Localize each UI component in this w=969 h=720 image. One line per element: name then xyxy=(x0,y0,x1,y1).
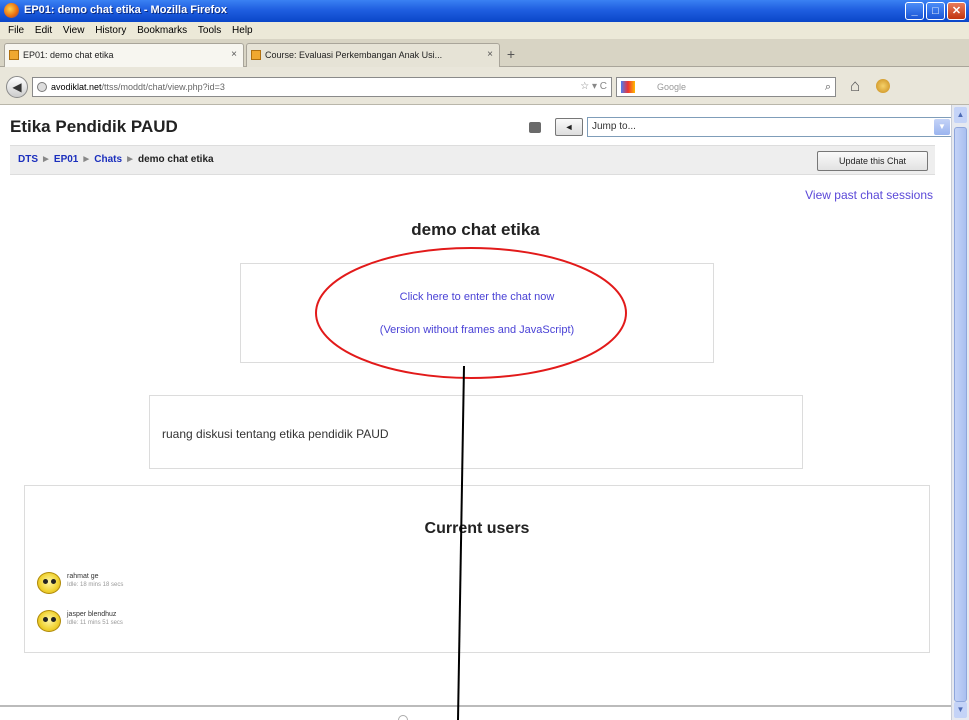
page-divider xyxy=(0,705,951,707)
enter-chat-link: Click here to enter the chat now xyxy=(241,291,713,303)
update-chat-button[interactable]: Update this Chat xyxy=(817,151,928,171)
chat-intro-text: ruang diskusi tentang etika pendidik PAU… xyxy=(162,427,389,441)
menu-bookmarks[interactable]: Bookmarks xyxy=(137,22,187,39)
enter-chat-link-text[interactable]: Click here to enter the chat now xyxy=(400,291,555,303)
chat-intro-box: ruang diskusi tentang etika pendidik PAU… xyxy=(149,395,803,469)
current-users-heading: Current users xyxy=(424,520,530,537)
navigation-bar: ◀ avodiklat.net/ttss/moddt/chat/view.php… xyxy=(0,67,969,105)
breadcrumb-dts[interactable]: DTS xyxy=(18,154,38,165)
menu-file[interactable]: File xyxy=(8,22,24,39)
new-tab-button[interactable]: + xyxy=(503,46,519,62)
search-placeholder: Google xyxy=(657,82,687,92)
url-bar[interactable]: avodiklat.net/ttss/moddt/chat/view.php?i… xyxy=(32,77,612,97)
current-users-box: Current users rahmat ge Idle: 18 mins 18… xyxy=(24,485,930,653)
previous-activity-button[interactable]: ◄ xyxy=(555,118,583,136)
bookmark-star-reload-icon[interactable]: ☆ ▾ C xyxy=(580,78,607,96)
window-title: EP01: demo chat etika - Mozilla Firefox xyxy=(24,4,227,16)
avatar[interactable] xyxy=(37,610,61,632)
minimize-button[interactable]: _ xyxy=(905,2,924,20)
menu-help[interactable]: Help xyxy=(232,22,253,39)
addon-icon[interactable] xyxy=(876,79,890,93)
menu-bar: File Edit View History Bookmarks Tools H… xyxy=(0,22,969,39)
avatar[interactable] xyxy=(37,572,61,594)
url-path: /ttss/moddt/chat/view.php?id=3 xyxy=(101,82,225,92)
home-icon[interactable]: ⌂ xyxy=(850,76,860,96)
menu-view[interactable]: View xyxy=(63,22,85,39)
breadcrumb-separator: ► xyxy=(81,154,92,165)
enter-chat-box: Click here to enter the chat now (Versio… xyxy=(240,263,714,363)
moodle-favicon-icon xyxy=(9,50,19,60)
tab-label: Course: Evaluasi Perkembangan Anak Usi..… xyxy=(265,50,443,60)
jump-to-select[interactable]: Jump to... ▼ xyxy=(587,117,952,137)
tab-course[interactable]: Course: Evaluasi Perkembangan Anak Usi..… xyxy=(246,43,500,67)
user-name[interactable]: rahmat ge xyxy=(67,573,99,580)
breadcrumb-separator: ► xyxy=(41,154,51,165)
search-icon[interactable]: ⌕ xyxy=(825,78,831,96)
google-icon[interactable] xyxy=(621,81,635,93)
enter-chat-noframes-link: (Version without frames and JavaScript) xyxy=(241,324,713,336)
breadcrumb: DTS ► EP01 ► Chats ► demo chat etika xyxy=(18,154,214,165)
menu-history[interactable]: History xyxy=(95,22,126,39)
tab-strip: EP01: demo chat etika × Course: Evaluasi… xyxy=(0,39,969,67)
scroll-down-icon[interactable]: ▼ xyxy=(954,702,967,718)
maximize-button[interactable]: □ xyxy=(926,2,945,20)
user-idle: Idle: 18 mins 18 secs xyxy=(67,582,124,588)
breadcrumb-ep01[interactable]: EP01 xyxy=(54,154,78,165)
menu-tools[interactable]: Tools xyxy=(198,22,221,39)
tab-close-icon[interactable]: × xyxy=(231,44,237,66)
vertical-scrollbar[interactable]: ▲ ▼ xyxy=(951,105,969,720)
past-sessions-link[interactable]: View past chat sessions xyxy=(805,188,933,202)
user-item[interactable]: jasper blendhuz Idle: 11 mins 51 secs xyxy=(37,608,337,638)
jump-to-value: Jump to... xyxy=(592,121,636,132)
enter-chat-noframes-text[interactable]: (Version without frames and JavaScript) xyxy=(380,324,574,336)
tab-close-icon[interactable]: × xyxy=(487,44,493,66)
print-icon[interactable] xyxy=(529,122,541,133)
close-button[interactable]: ✕ xyxy=(947,2,966,20)
navbar-row: DTS ► EP01 ► Chats ► demo chat etika Update th… xyxy=(10,145,935,175)
browser-window: EP01: demo chat etika - Mozilla Firefox … xyxy=(0,0,969,720)
breadcrumb-chats[interactable]: Chats xyxy=(94,154,122,165)
page-title: Etika Pendidik PAUD xyxy=(10,117,178,136)
menu-edit[interactable]: Edit xyxy=(35,22,52,39)
user-item[interactable]: rahmat ge Idle: 18 mins 18 secs xyxy=(37,570,337,600)
breadcrumb-current: demo chat etika xyxy=(137,154,214,165)
url-host: avodiklat.net xyxy=(51,82,102,92)
tab-demo-chat[interactable]: EP01: demo chat etika × xyxy=(4,43,244,67)
tab-label: EP01: demo chat etika xyxy=(23,50,114,60)
firefox-logo-icon xyxy=(4,3,19,18)
breadcrumb-separator: ► xyxy=(125,154,135,165)
chevron-down-icon[interactable]: ▼ xyxy=(934,119,950,135)
scroll-up-icon[interactable]: ▲ xyxy=(954,107,967,123)
globe-icon xyxy=(37,82,47,92)
user-name[interactable]: jasper blendhuz xyxy=(67,611,116,618)
footer-icon xyxy=(398,715,408,720)
search-bar[interactable]: Google ⌕ xyxy=(616,77,836,97)
page-content: Etika Pendidik PAUD ◄ Jump to... ▼ DTS ► E… xyxy=(0,105,952,720)
back-button[interactable]: ◀ xyxy=(6,76,28,98)
scrollbar-thumb[interactable] xyxy=(954,127,967,702)
title-bar: EP01: demo chat etika - Mozilla Firefox … xyxy=(0,0,969,22)
moodle-favicon-icon xyxy=(251,50,261,60)
chat-title: demo chat etika xyxy=(411,220,540,239)
user-idle: Idle: 11 mins 51 secs xyxy=(67,620,123,626)
